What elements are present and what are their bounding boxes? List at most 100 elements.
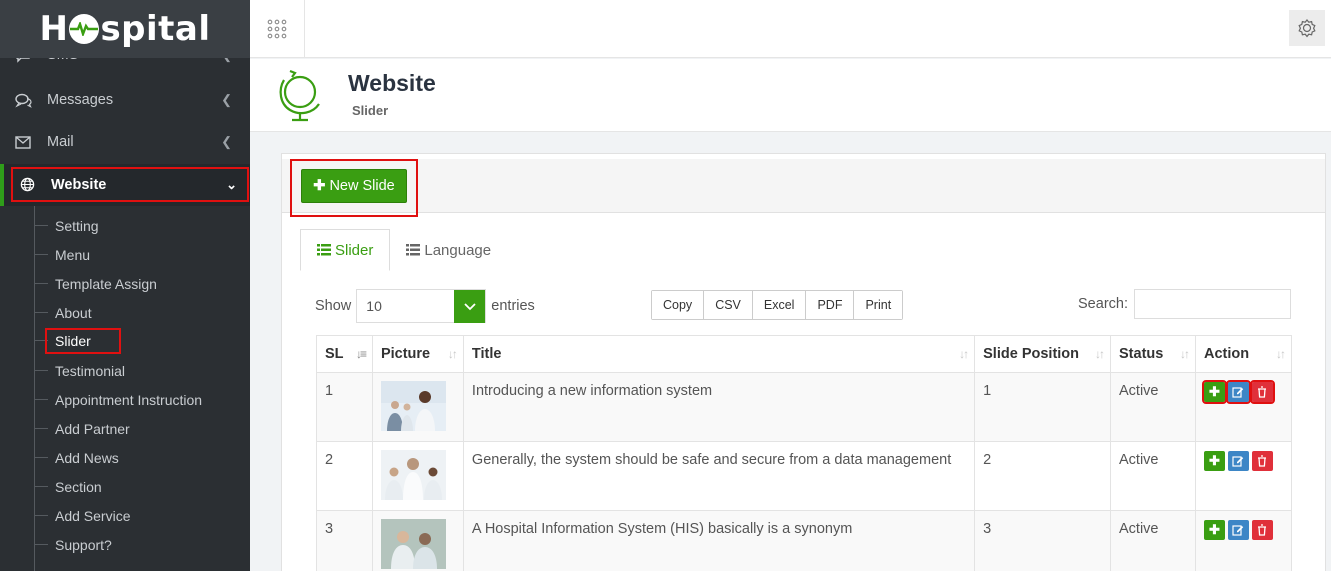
search-label: Search: — [1078, 296, 1128, 312]
slide-thumbnail-image[interactable] — [380, 519, 446, 569]
sidebar-subitem-label: Setting — [55, 217, 99, 234]
sidebar-subitem-label: Support? — [55, 536, 112, 553]
csv-button[interactable]: CSV — [704, 291, 753, 319]
column-header-slide-position[interactable]: Slide Position ↓↑ — [974, 335, 1112, 373]
table-row: 2 Generally, the system should be safe a… — [316, 441, 1293, 511]
sort-icon: ↓↑ — [447, 347, 458, 361]
cell-status: Active — [1110, 372, 1196, 442]
plus-icon: ✚ — [1209, 522, 1220, 537]
tab-label: Slider — [335, 241, 374, 259]
cell-picture — [371, 510, 464, 571]
sidebar-subitem-add-news[interactable]: Add News — [34, 443, 119, 472]
sidebar-subitem-label: About — [55, 304, 92, 321]
add-button[interactable]: ✚ — [1201, 380, 1227, 404]
sort-asc-icon: ↓≡ — [355, 347, 367, 361]
sidebar-item-label: Website — [51, 176, 107, 193]
list-icon — [406, 244, 421, 256]
sidebar-subitem-support[interactable]: Support? — [34, 530, 112, 559]
cell-status: Active — [1110, 441, 1196, 511]
pdf-button[interactable]: PDF — [806, 291, 855, 319]
page-subtitle: Slider — [352, 103, 389, 118]
comments-icon — [14, 93, 32, 108]
sidebar-subitem-template-assign[interactable]: Template Assign — [34, 269, 157, 298]
add-button[interactable]: ✚ — [1203, 520, 1225, 540]
new-slide-button[interactable]: ✚ New Slide — [301, 169, 407, 203]
logo-text-h: H — [39, 9, 69, 49]
edit-icon — [1232, 387, 1244, 398]
delete-button[interactable] — [1251, 520, 1273, 540]
apps-menu-button[interactable] — [250, 0, 305, 58]
globe-stand-icon — [278, 67, 324, 126]
sort-icon: ↓↑ — [1095, 347, 1105, 361]
sidebar-subitem-label: Appointment Instruction — [55, 391, 203, 408]
sidebar: SMS ❮ Messages ❮ Mail ❮ Website ⌄ Settin… — [0, 0, 250, 571]
tab-slider[interactable]: Slider — [300, 229, 391, 271]
sidebar-subitem-label: Template Assign — [55, 275, 157, 292]
entries-select[interactable]: 10 — [356, 289, 487, 323]
column-header-title[interactable]: Title ↓↑ — [462, 335, 976, 373]
column-header-status[interactable]: Status ↓↑ — [1110, 335, 1196, 373]
sidebar-subitem-slider[interactable]: Slider — [34, 326, 121, 355]
column-header-action[interactable]: Action ↓↑ — [1194, 335, 1293, 373]
export-button-group: Copy CSV Excel PDF Print — [651, 290, 904, 320]
page-header: Website Slider — [250, 59, 1331, 132]
excel-button[interactable]: Excel — [752, 291, 807, 319]
sidebar-item-messages[interactable]: Messages ❮ — [0, 80, 250, 120]
column-header-sl[interactable]: SL ↓≡ — [316, 335, 373, 373]
sidebar-subitem-section[interactable]: Section — [34, 472, 102, 501]
tab-bar: Slider Language — [300, 229, 507, 271]
plus-icon: ✚ — [313, 178, 326, 194]
print-button[interactable]: Print — [854, 291, 903, 319]
slide-thumbnail-image[interactable] — [380, 381, 446, 431]
sort-icon: ↓↑ — [959, 347, 969, 361]
new-slide-label: New Slide — [329, 178, 395, 194]
search-control: Search: — [1078, 289, 1291, 319]
sidebar-item-website[interactable]: Website ⌄ — [0, 164, 250, 206]
heartbeat-icon — [69, 14, 100, 44]
edit-button[interactable] — [1225, 380, 1251, 404]
sidebar-subitem-add-partner[interactable]: Add Partner — [34, 414, 130, 443]
table-header-row: SL ↓≡ Picture ↓↑ Title ↓↑ Slide Position ↓↑ … — [316, 335, 1293, 373]
cell-position: 2 — [974, 441, 1112, 511]
cell-sl: 2 — [316, 441, 373, 511]
sidebar-item-label: Mail — [47, 134, 74, 150]
sidebar-subitem-add-service[interactable]: Add Service — [34, 501, 130, 530]
cell-sl: 3 — [316, 510, 373, 571]
sidebar-subitem-label: Menu — [55, 246, 91, 263]
edit-button[interactable] — [1227, 520, 1249, 540]
grid-icon — [267, 19, 287, 39]
table-row: 1 Introducing a new information system 1 — [316, 372, 1293, 442]
sidebar-subitem-appointment-instruction[interactable]: Appointment Instruction — [34, 385, 202, 414]
plus-icon: ✚ — [1209, 453, 1220, 468]
chevron-down-icon: ⌄ — [226, 176, 237, 192]
copy-button[interactable]: Copy — [652, 291, 705, 319]
settings-button[interactable] — [1289, 10, 1325, 46]
entries-control: Show 10 entries — [315, 289, 535, 323]
add-button[interactable]: ✚ — [1203, 451, 1225, 471]
sidebar-item-label: Messages — [47, 92, 114, 108]
list-icon — [317, 244, 331, 256]
sidebar-subitem-menu[interactable]: Menu — [34, 240, 90, 269]
show-label: Show — [315, 298, 352, 314]
sidebar-subitem-label: Add News — [55, 449, 119, 466]
delete-button[interactable] — [1249, 380, 1275, 404]
tab-language[interactable]: Language — [390, 229, 507, 271]
cell-sl: 1 — [316, 372, 373, 442]
envelope-icon — [14, 135, 32, 149]
search-input[interactable] — [1134, 289, 1291, 319]
chevron-left-icon: ❮ — [221, 92, 232, 107]
sidebar-subitem-label: Add Service — [55, 507, 131, 524]
delete-button[interactable] — [1251, 451, 1273, 471]
sort-icon: ↓↑ — [1179, 347, 1190, 361]
logo[interactable]: H spital — [0, 0, 250, 58]
sidebar-item-mail[interactable]: Mail ❮ — [0, 122, 250, 162]
chevron-left-icon: ❮ — [221, 134, 232, 149]
slide-thumbnail-image[interactable] — [380, 450, 446, 500]
cell-picture — [371, 441, 464, 511]
sidebar-subitem-about[interactable]: About — [34, 298, 92, 327]
sidebar-subitem-setting[interactable]: Setting — [34, 211, 99, 240]
edit-button[interactable] — [1227, 451, 1249, 471]
column-header-picture[interactable]: Picture ↓↑ — [371, 335, 464, 373]
sidebar-subitem-testimonial[interactable]: Testimonial — [34, 356, 125, 385]
highlight-box: Website ⌄ — [11, 167, 249, 202]
